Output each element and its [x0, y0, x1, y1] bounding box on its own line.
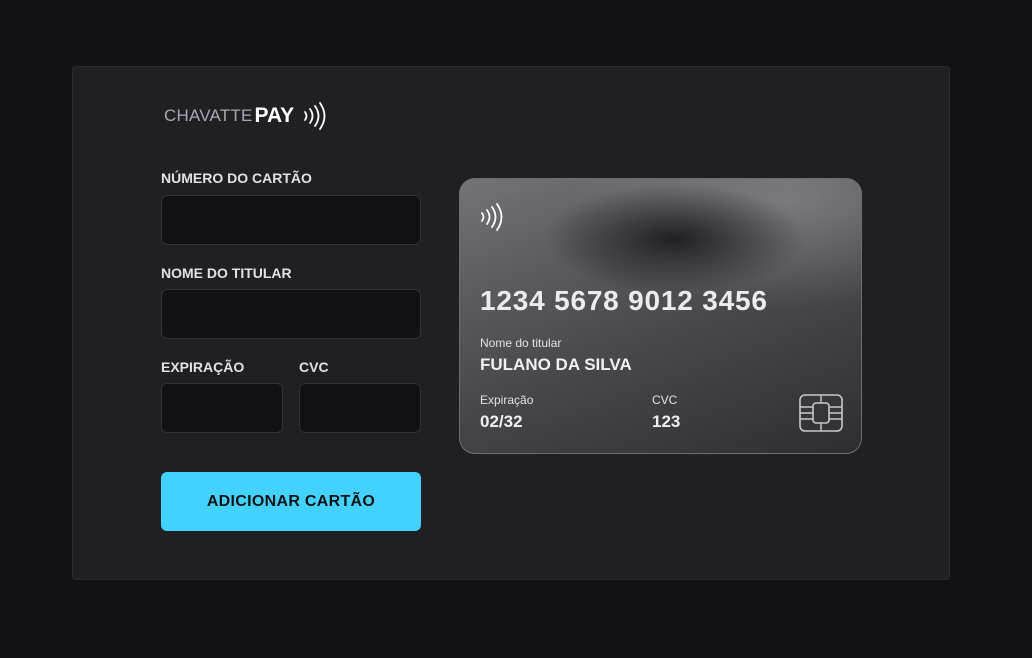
- contactless-icon: [481, 203, 503, 231]
- card-cvc-label: CVC: [652, 393, 678, 407]
- brand-logo: CHAVATTE PAY: [164, 102, 327, 130]
- brand-name: CHAVATTE: [164, 106, 253, 125]
- card-number-display: 1234 5678 9012 3456: [480, 285, 768, 316]
- cvc-input[interactable]: [299, 383, 421, 433]
- contactless-icon: [304, 102, 326, 130]
- card-preview: 1234 5678 9012 3456 Nome do titular FULA…: [459, 178, 862, 454]
- card-cvc-value: 123: [652, 412, 681, 431]
- expiration-input[interactable]: [161, 383, 283, 433]
- cvc-label: CVC: [299, 359, 329, 375]
- holder-name-input[interactable]: [161, 289, 421, 339]
- card-number-label: NÚMERO DO CARTÃO: [161, 170, 312, 186]
- card-holder-label: Nome do titular: [480, 336, 562, 350]
- card-expiration-label: Expiração: [480, 393, 534, 407]
- add-card-panel: CHAVATTE PAY NÚMERO DO CARTÃO NOME DO TI…: [72, 66, 950, 580]
- expiration-label: EXPIRAÇÃO: [161, 359, 245, 375]
- card-expiration-value: 02/32: [480, 412, 523, 431]
- card-number-input[interactable]: [161, 195, 421, 245]
- holder-name-label: NOME DO TITULAR: [161, 265, 292, 281]
- add-card-button[interactable]: ADICIONAR CARTÃO: [161, 472, 421, 531]
- card-holder-value: FULANO DA SILVA: [480, 355, 632, 374]
- brand-suffix: PAY: [254, 104, 295, 127]
- card-chip-icon: [799, 394, 843, 432]
